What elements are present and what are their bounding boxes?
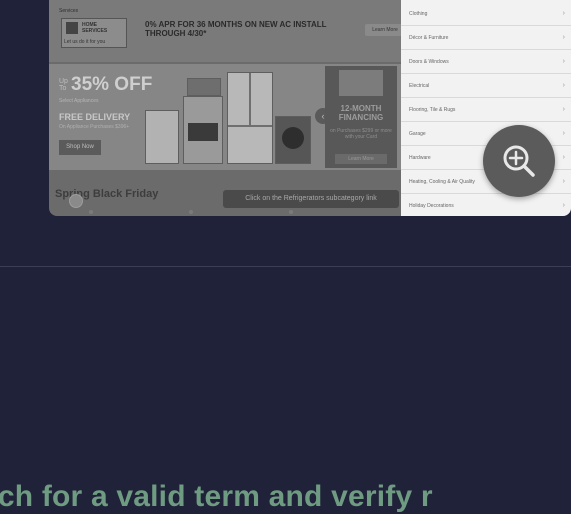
menu-item[interactable]: Holiday Decorations › [401, 194, 571, 216]
zoom-in-button[interactable] [483, 125, 555, 197]
menu-item-label: Clothing [409, 11, 428, 17]
dot [189, 210, 193, 214]
step-caption: rch for a valid term and verify r [0, 480, 433, 513]
product-row-dots [49, 208, 401, 216]
discount-prefix: Up To [59, 78, 68, 92]
site-header: Services HOME SERVICES Let us do it for … [49, 0, 405, 62]
shop-now-button[interactable]: Shop Now [59, 140, 101, 155]
chevron-right-icon: › [562, 178, 565, 185]
menu-item-label: Holiday Decorations [409, 203, 454, 209]
range-image [183, 96, 223, 164]
chevron-right-icon: › [562, 34, 565, 41]
dishwasher-image [145, 110, 179, 164]
click-indicator-icon [69, 194, 83, 208]
financing-image [339, 70, 383, 96]
dot [289, 210, 293, 214]
free-delivery-title: FREE DELIVERY [59, 112, 131, 122]
financing-title: 12-MONTH FINANCING [338, 104, 384, 122]
home-services-logo[interactable]: HOME SERVICES Let us do it for you [61, 18, 127, 48]
menu-item[interactable]: Electrical › [401, 74, 571, 98]
hero-banner[interactable]: Up To 35% OFF Select Appliances FREE DEL… [49, 64, 401, 170]
dot [89, 210, 93, 214]
menu-item-label: Hardware [409, 155, 431, 161]
learn-more-button[interactable]: Learn More [365, 24, 405, 36]
menu-item-label: Doors & Windows [409, 59, 449, 65]
logo-badge-icon [66, 22, 78, 34]
menu-item-label: Electrical [409, 83, 430, 89]
logo-tagline: Let us do it for you [64, 39, 106, 45]
chevron-right-icon: › [562, 58, 565, 65]
chevron-right-icon: › [562, 82, 565, 89]
menu-item[interactable]: Doors & Windows › [401, 50, 571, 74]
menu-item[interactable]: Décor & Furniture › [401, 26, 571, 50]
chevron-right-icon: › [562, 130, 565, 137]
financing-learn-more-button[interactable]: Learn More [335, 154, 387, 164]
chevron-right-icon: › [562, 202, 565, 209]
chevron-right-icon: › [562, 106, 565, 113]
instruction-tooltip: Click on the Refrigerators subcategory l… [223, 190, 399, 208]
discount-subtitle: Select Appliances [59, 98, 99, 104]
menu-item[interactable]: Clothing › [401, 2, 571, 26]
menu-item-label: Heating, Cooling & Air Quality [409, 179, 475, 185]
financing-subtitle: on Purchases $299 or more with your Card [330, 128, 392, 140]
microwave-image [187, 78, 221, 96]
divider [0, 266, 571, 267]
free-delivery-subtitle: On Appliance Purchases $396+ [59, 124, 130, 130]
logo-title: HOME SERVICES [82, 22, 108, 34]
zoom-in-icon [503, 145, 535, 177]
financing-promo[interactable]: 12-MONTH FINANCING on Purchases $299 or … [325, 66, 397, 168]
menu-item-label: Décor & Furniture [409, 35, 449, 41]
chevron-right-icon: › [562, 154, 565, 161]
header-tiny-text: Services [59, 8, 79, 14]
discount-percent: 35% OFF [71, 74, 153, 95]
menu-item-label: Flooring, Tile & Rugs [409, 107, 456, 113]
promo-banner-text: 0% APR FOR 36 MONTHS ON NEW AC INSTALL T… [145, 20, 327, 38]
washer-image [275, 116, 311, 164]
menu-item[interactable]: Flooring, Tile & Rugs › [401, 98, 571, 122]
refrigerator-image [227, 72, 273, 164]
menu-item-label: Garage [409, 131, 426, 137]
chevron-right-icon: › [562, 10, 565, 17]
